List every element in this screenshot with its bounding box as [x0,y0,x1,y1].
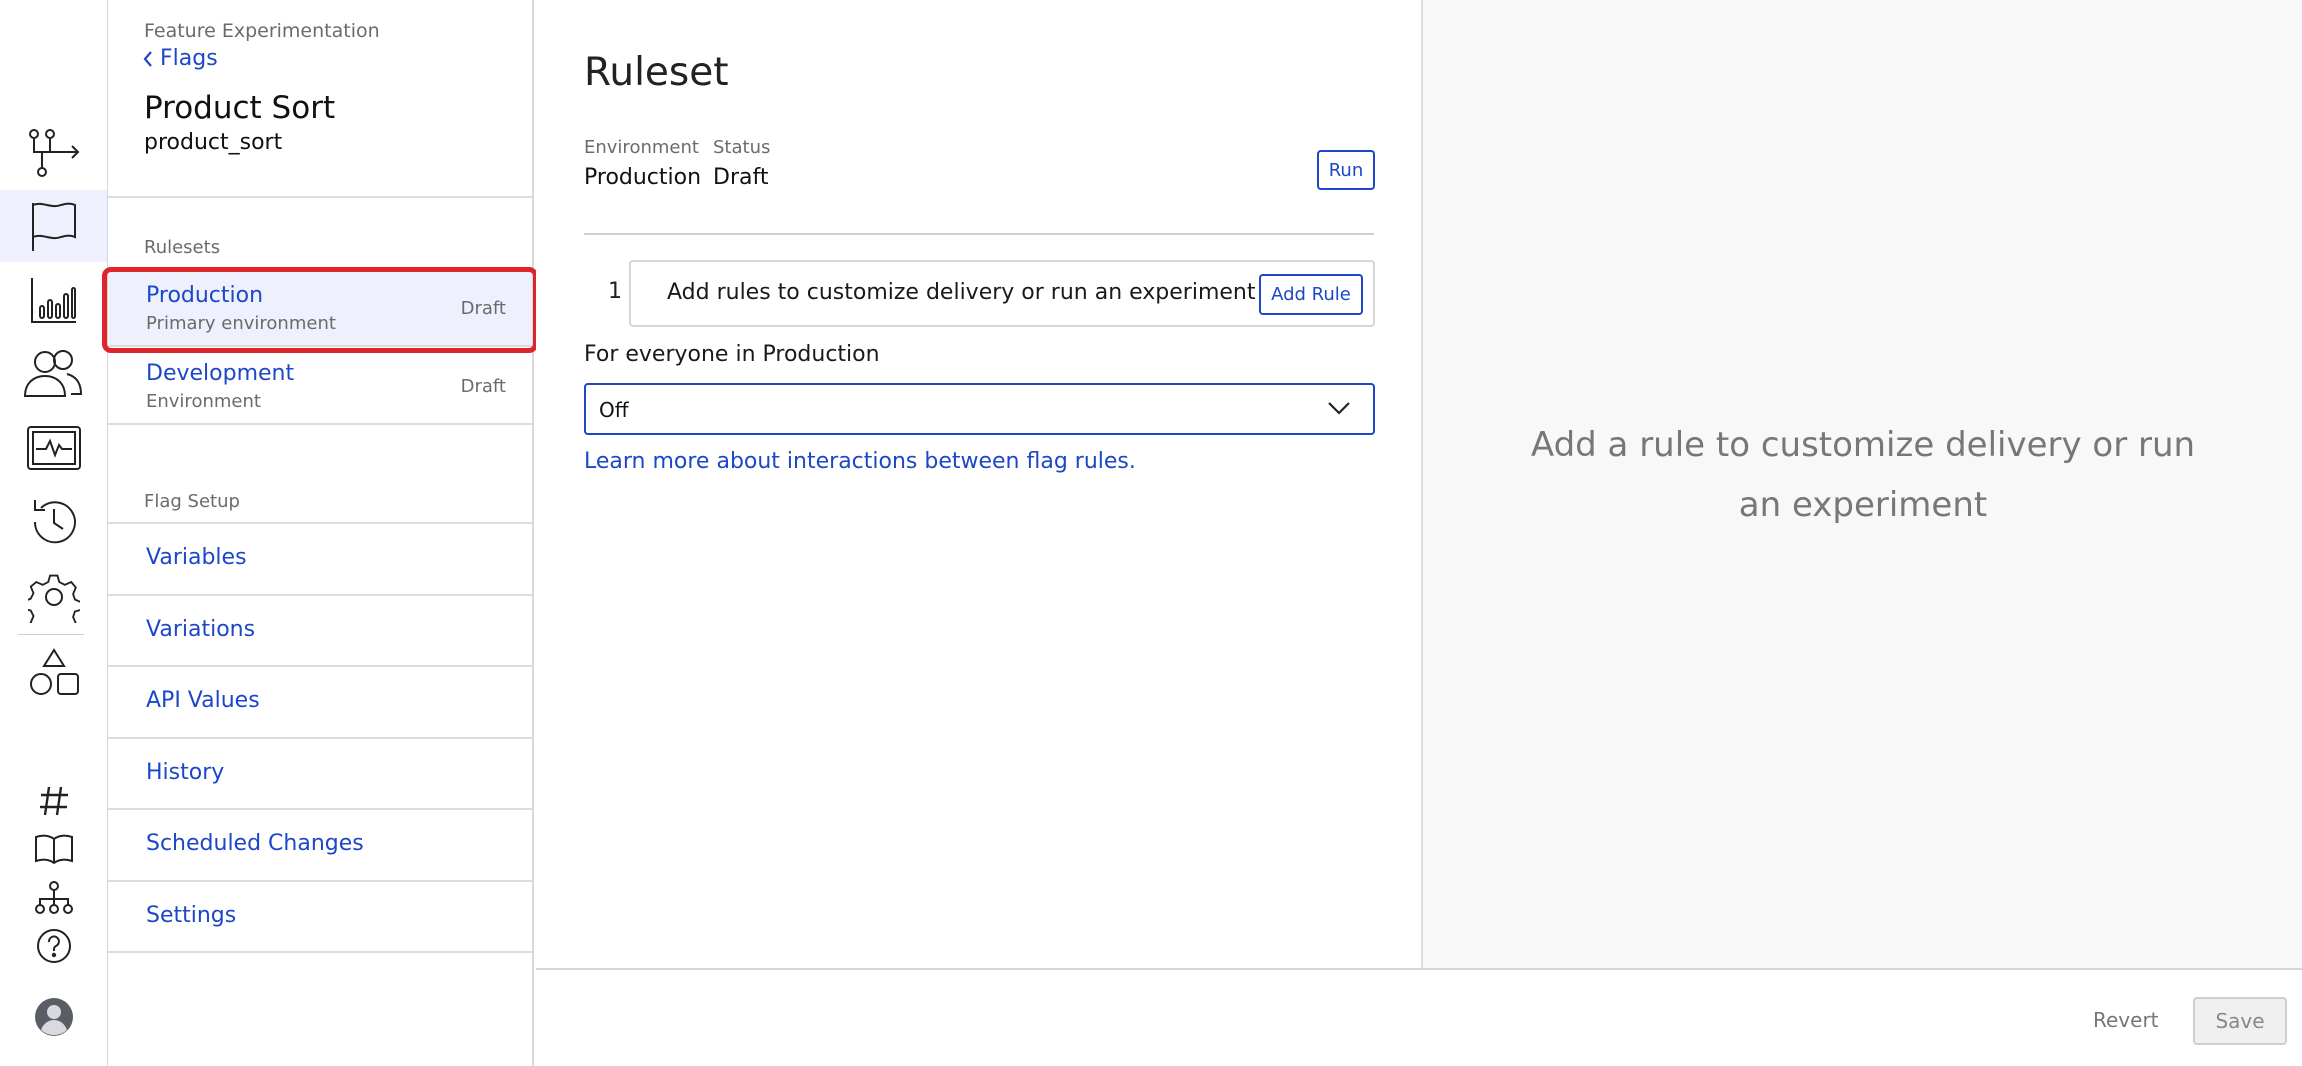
breadcrumb: Feature Experimentation [144,20,380,42]
flag-icon [31,202,76,251]
save-button[interactable]: Save [2193,997,2287,1045]
select-value: Off [599,398,629,422]
ruleset-editor: Ruleset Environment Production Status Dr… [536,0,1422,968]
chevron-left-icon [143,50,152,67]
book-icon [34,834,73,865]
flag-nav-panel: Feature Experimentation Flags Product So… [108,0,534,1066]
audiences-nav-button[interactable] [0,338,107,410]
environment-value: Production [584,165,702,190]
monitoring-nav-button[interactable] [0,412,107,484]
monitor-pulse-icon [26,426,81,470]
help-nav-button[interactable] [0,912,107,980]
ruleset-subtitle: Environment [146,391,261,412]
rule-number: 1 [608,279,622,304]
setup-divider [108,951,532,953]
help-icon [36,929,71,963]
rule-card: Add rules to customize delivery or run a… [629,260,1375,327]
user-avatar-button[interactable] [0,983,107,1051]
workflow-icon [28,129,79,177]
chevron-down-icon [1328,402,1350,415]
header-divider [584,233,1374,235]
ruleset-item-production[interactable]: Production Primary environment Draft [108,271,532,347]
setup-item-api-values[interactable]: API Values [108,665,532,736]
action-footer: Revert Save [536,968,2302,1066]
flags-nav-button[interactable] [0,190,107,262]
status-value: Draft [713,165,769,190]
learn-more-link[interactable]: Learn more about interactions between fl… [584,449,1136,474]
setup-item-settings[interactable]: Settings [108,880,532,951]
ruleset-name: Development [146,361,295,386]
rail-divider [18,634,84,635]
everyone-label: For everyone in Production [584,342,880,367]
flag-setup-label: Flag Setup [144,491,240,512]
ruleset-status: Draft [460,298,506,319]
environment-label: Environment [584,137,699,158]
page-title: Ruleset [584,50,729,95]
bar-chart-icon [30,278,76,323]
run-button[interactable]: Run [1317,150,1375,190]
setup-item-variables[interactable]: Variables [108,522,532,593]
ruleset-subtitle: Primary environment [146,313,336,334]
reports-nav-button[interactable] [0,264,107,336]
rule-details-panel: Add a rule to customize delivery or run … [1421,0,2302,968]
flag-key: product_sort [144,130,283,155]
ruleset-status: Draft [460,376,506,397]
gear-icon [27,574,80,623]
setup-item-scheduled-changes[interactable]: Scheduled Changes [108,808,532,879]
add-rule-button[interactable]: Add Rule [1259,274,1363,315]
hierarchy-icon [34,881,73,914]
everyone-variation-select[interactable]: Off [584,383,1375,435]
ruleset-item-development[interactable]: Development Environment Draft [108,349,532,425]
setup-item-history[interactable]: History [108,737,532,808]
avatar-icon [34,998,73,1036]
integrations-nav-button[interactable] [0,636,107,708]
history-icon [33,500,76,544]
flag-header: Feature Experimentation Flags Product So… [108,0,532,198]
rulesets-label: Rulesets [144,237,221,258]
flag-title: Product Sort [144,90,336,126]
settings-nav-button[interactable] [0,561,107,633]
revert-button[interactable]: Revert [2093,1008,2159,1032]
back-to-flags-link[interactable]: Flags [142,46,218,71]
users-icon [23,350,82,397]
rule-placeholder-text: Add rules to customize delivery or run a… [667,280,1256,305]
history-nav-button[interactable] [0,486,107,558]
setup-item-variations[interactable]: Variations [108,594,532,665]
shapes-icon [29,648,79,695]
hash-icon [39,786,68,816]
ruleset-name: Production [146,283,264,308]
back-link-label: Flags [160,46,218,71]
empty-state-message: Add a rule to customize delivery or run … [1530,425,2196,525]
workflow-nav-button[interactable] [0,117,107,189]
icon-rail [0,0,108,1066]
status-label: Status [713,137,771,158]
